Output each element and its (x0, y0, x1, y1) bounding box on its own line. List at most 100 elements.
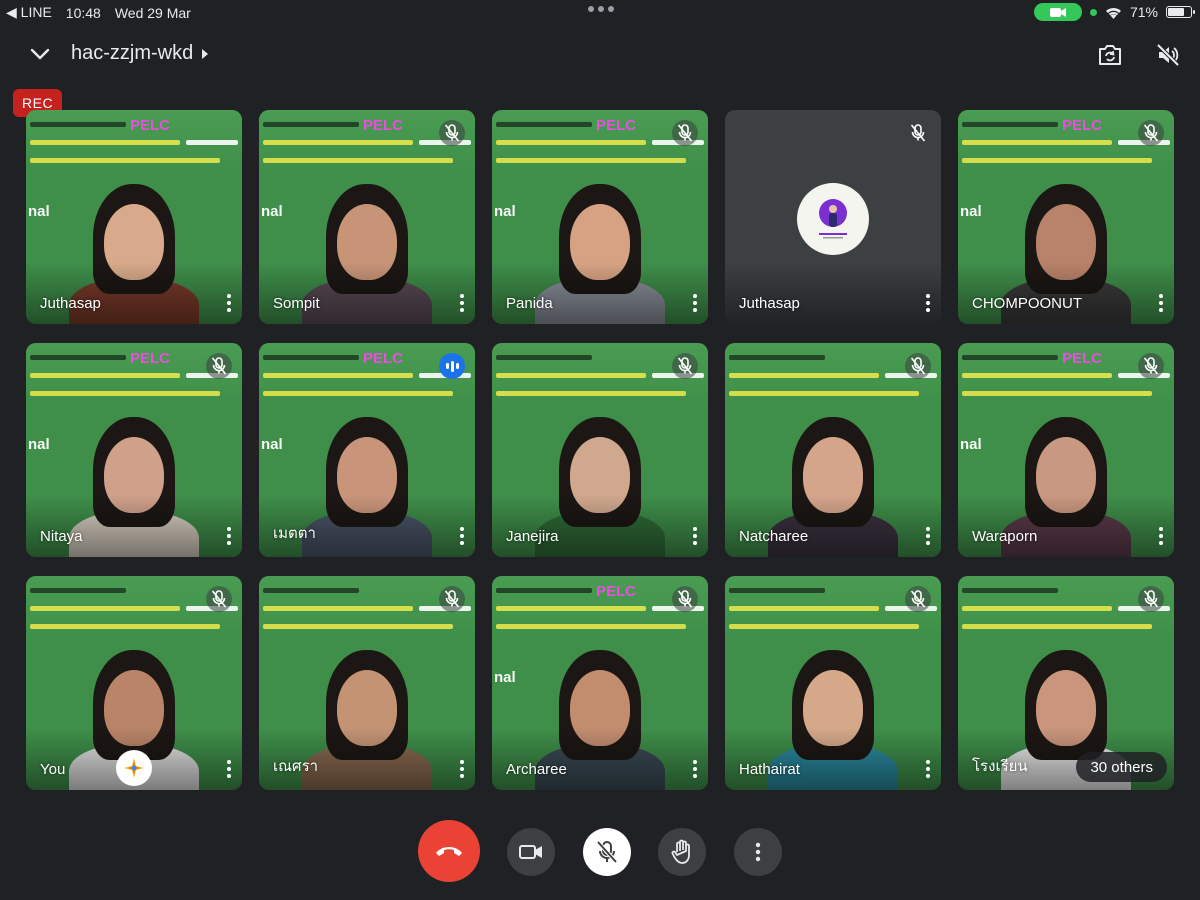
banner-pelc-text: PELC (1062, 350, 1103, 367)
microphone-muted-icon (439, 120, 465, 146)
back-to-app-link[interactable]: ◀ LINE (6, 4, 52, 21)
tile-more-options-icon[interactable] (1156, 294, 1166, 312)
banner-nal-text: nal (261, 436, 283, 453)
tile-gradient (26, 262, 242, 324)
participant-tile[interactable]: PELC nal CHOMPOONUT (958, 110, 1174, 324)
microphone-muted-icon (439, 586, 465, 612)
tile-more-options-icon[interactable] (457, 760, 467, 778)
tile-more-options-icon[interactable] (224, 294, 234, 312)
tile-more-options-icon[interactable] (457, 527, 467, 545)
participant-tile[interactable]: PELC nal Nitaya (26, 343, 242, 557)
participant-name: เณศรา (273, 758, 319, 775)
banner-nal-text: nal (28, 436, 50, 453)
participant-name: Juthasap (40, 295, 101, 312)
tile-gradient (492, 728, 708, 790)
banner-nal-text: nal (494, 669, 516, 686)
participant-name: You (40, 761, 66, 778)
tile-gradient (725, 262, 941, 324)
participant-tile[interactable]: โรงเรียน 30 others (958, 576, 1174, 790)
microphone-muted-icon (1138, 353, 1164, 379)
meeting-code: hac-zzjm-wkd (71, 42, 194, 64)
video-camera-icon (519, 845, 542, 859)
participant-tile[interactable]: PELC nal Waraporn (958, 343, 1174, 557)
participant-name: Janejira (506, 528, 559, 545)
collapse-chevron-icon[interactable] (26, 40, 54, 68)
banner-pelc-text: PELC (363, 117, 404, 134)
banner-nal-text: nal (28, 203, 50, 220)
tile-more-options-icon[interactable] (923, 527, 933, 545)
more-options-button[interactable] (734, 828, 782, 876)
raise-hand-button[interactable] (658, 828, 706, 876)
banner-pelc-text: PELC (130, 117, 171, 134)
tile-more-options-icon[interactable] (923, 294, 933, 312)
tile-gradient (958, 262, 1174, 324)
participant-tile[interactable]: PELC nal Archaree (492, 576, 708, 790)
tile-gradient (958, 495, 1174, 557)
status-date: Wed 29 Mar (114, 4, 191, 21)
tile-more-options-icon[interactable] (690, 527, 700, 545)
banner-nal-text: nal (960, 436, 982, 453)
privacy-dot-icon (1089, 8, 1097, 16)
banner-pelc-text: PELC (130, 350, 171, 367)
speaker-muted-icon[interactable] (1153, 40, 1183, 70)
participant-tile[interactable]: Juthasap (725, 110, 941, 324)
tile-gradient (492, 262, 708, 324)
participant-tile[interactable]: PELC nal เมตตา (259, 343, 475, 557)
participant-name: Panida (506, 295, 553, 312)
camera-in-use-icon (1033, 3, 1082, 21)
status-time: 10:48 (65, 4, 101, 21)
tile-gradient (259, 262, 475, 324)
battery-icon (1166, 6, 1195, 18)
participant-tile[interactable]: PELC nal Sompit (259, 110, 475, 324)
participant-name: CHOMPOONUT (972, 295, 1082, 312)
participant-tile[interactable]: Natcharee (725, 343, 941, 557)
participant-tile[interactable]: Janejira (492, 343, 708, 557)
tile-more-options-icon[interactable] (923, 760, 933, 778)
participant-name: เมตตา (273, 525, 316, 542)
participant-name: Archaree (506, 761, 567, 778)
participant-tile[interactable]: PELC nal Panida (492, 110, 708, 324)
meeting-header: hac-zzjm-wkd (0, 36, 1200, 72)
banner-pelc-text: PELC (1062, 117, 1103, 134)
tile-more-options-icon[interactable] (690, 294, 700, 312)
microphone-muted-icon (905, 120, 931, 146)
microphone-toggle-button[interactable] (583, 828, 631, 876)
banner-nal-text: nal (960, 203, 982, 220)
microphone-muted-icon (206, 586, 232, 612)
tile-more-options-icon[interactable] (224, 760, 234, 778)
recording-label: REC (22, 95, 54, 111)
caret-right-icon (202, 48, 209, 59)
microphone-muted-icon (672, 586, 698, 612)
banner-pelc-text: PELC (596, 117, 637, 134)
status-bar: ◀ LINE 10:48 Wed 29 Mar 71% (0, 0, 1200, 24)
visual-effects-sparkle-icon[interactable] (116, 750, 152, 786)
participant-avatar (797, 183, 869, 255)
participant-name: Natcharee (739, 528, 809, 545)
participant-name: Nitaya (40, 528, 83, 545)
tile-more-options-icon[interactable] (690, 760, 700, 778)
tile-more-options-icon[interactable] (457, 294, 467, 312)
hand-icon (671, 839, 690, 864)
participant-tile[interactable]: You (26, 576, 242, 790)
multitasking-dots-icon[interactable] (588, 6, 614, 12)
participant-name: Sompit (273, 295, 320, 312)
banner-pelc-text: PELC (596, 583, 637, 600)
camera-toggle-button[interactable] (507, 828, 555, 876)
switch-camera-icon[interactable] (1095, 40, 1125, 70)
participant-tile[interactable]: เณศรา (259, 576, 475, 790)
meeting-code-button[interactable]: hac-zzjm-wkd (71, 42, 209, 65)
banner-pelc-text: PELC (363, 350, 404, 367)
end-call-button[interactable] (418, 820, 480, 882)
participant-tile[interactable]: Hathairat (725, 576, 941, 790)
tile-gradient (725, 728, 941, 790)
others-count-button[interactable]: 30 others (1076, 752, 1167, 782)
more-vert-icon (755, 842, 761, 862)
tile-more-options-icon[interactable] (224, 527, 234, 545)
tile-gradient (725, 495, 941, 557)
microphone-muted-icon (206, 353, 232, 379)
microphone-muted-icon (905, 586, 931, 612)
microphone-muted-icon (672, 353, 698, 379)
participant-tile[interactable]: PELC nal Juthasap (26, 110, 242, 324)
tile-more-options-icon[interactable] (1156, 527, 1166, 545)
microphone-muted-icon (672, 120, 698, 146)
